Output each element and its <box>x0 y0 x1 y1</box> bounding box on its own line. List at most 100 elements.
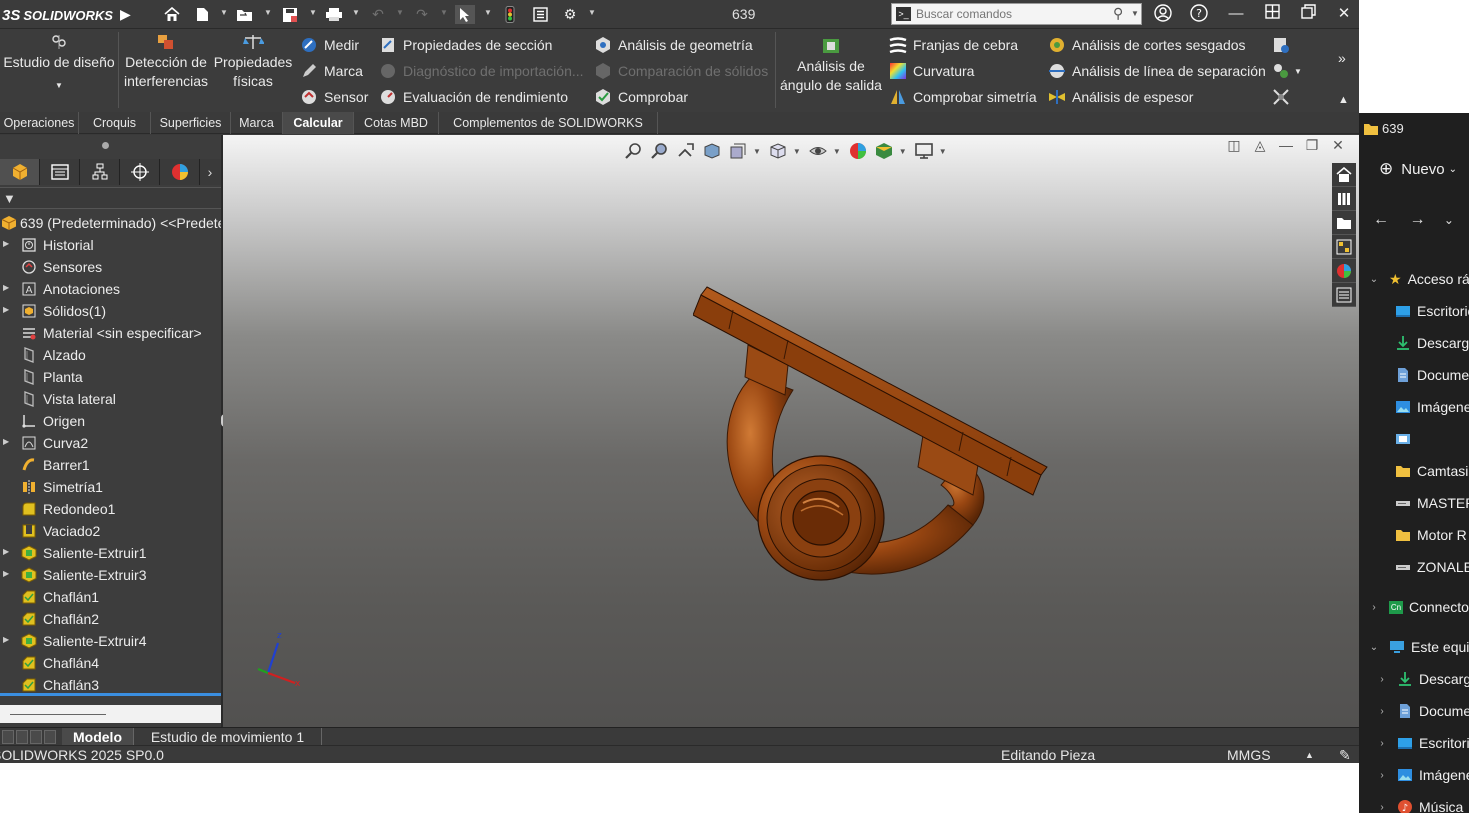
import-diagnostics-button[interactable]: Diagnóstico de importación... <box>379 60 584 82</box>
tab-complementos[interactable]: Complementos de SOLIDWORKS <box>439 112 658 134</box>
save-icon[interactable] <box>280 5 300 24</box>
extra-tool-2-icon[interactable]: ▼ <box>1272 60 1302 82</box>
parting-line-analysis-button[interactable]: Análisis de línea de separación <box>1048 60 1266 82</box>
quick-access-item[interactable]: Motor R <box>1395 523 1467 547</box>
quick-access-item[interactable]: Imágenes <box>1395 395 1469 419</box>
tree-item[interactable]: ▶ Saliente-Extruir3 <box>0 564 221 586</box>
tab-estudio-movimiento[interactable]: Estudio de movimiento 1 <box>134 728 322 746</box>
tree-item[interactable]: Chaflán4 <box>0 652 221 674</box>
tab-superficies[interactable]: Superficies <box>151 112 231 134</box>
tab-next-icon[interactable] <box>30 730 42 744</box>
units-selector[interactable]: MMGS <box>1227 747 1271 763</box>
scene-dropdown-icon[interactable]: ▼ <box>899 147 907 156</box>
extra-tool-1-icon[interactable] <box>1272 34 1296 56</box>
chevron-right-icon[interactable]: › <box>1375 738 1389 749</box>
back-arrow-icon[interactable]: ← <box>1373 211 1389 228</box>
user-account-icon[interactable] <box>1152 4 1174 24</box>
tab-marca[interactable]: Marca <box>231 112 283 134</box>
expand-arrow-icon[interactable]: ▶ <box>3 547 9 556</box>
undercut-analysis-button[interactable]: Análisis de cortes sesgados <box>1048 34 1246 56</box>
search-icon[interactable]: ⚲ <box>1113 5 1123 22</box>
ribbon-overflow-icon[interactable]: » <box>1338 47 1346 69</box>
search-dropdown-icon[interactable]: ▼ <box>1131 9 1139 18</box>
tree-item[interactable]: ▶ A Anotaciones <box>0 278 221 300</box>
tab-modelo[interactable]: Modelo <box>62 728 134 746</box>
thickness-analysis-button[interactable]: Análisis de espesor <box>1048 86 1193 108</box>
viewport-minimize-icon[interactable]: — <box>1276 135 1296 155</box>
tree-item[interactable]: Planta <box>0 366 221 388</box>
graphics-area[interactable]: ▼ ▼ ▼ ▼ ▼ ◫ ◬ — ❐ ✕ z x <box>223 135 1359 727</box>
quick-access-item[interactable]: MASTER <box>1395 491 1469 515</box>
file-properties-icon[interactable] <box>530 5 550 24</box>
expand-arrow-icon[interactable]: ▶ <box>3 305 9 314</box>
property-manager-tab-icon[interactable] <box>40 159 80 185</box>
connector-node[interactable]: › Cn Connector <box>1367 595 1469 619</box>
solidworks-resources-icon[interactable] <box>1332 163 1356 187</box>
print-icon[interactable] <box>324 5 344 24</box>
tree-item[interactable]: Material <sin especificar> <box>0 322 221 344</box>
3d-part-model[interactable] <box>693 285 1053 595</box>
zoom-to-fit-icon[interactable] <box>623 140 645 162</box>
forward-arrow-icon[interactable]: → <box>1409 211 1425 228</box>
interference-detection-button[interactable]: Detección de interferencias <box>122 33 210 91</box>
tree-item[interactable]: Vista lateral <box>0 388 221 410</box>
open-file-icon[interactable] <box>235 5 255 24</box>
appearances-scenes-icon[interactable] <box>1332 259 1356 283</box>
close-window-icon[interactable]: ✕ <box>1333 4 1355 24</box>
search-commands-input[interactable] <box>916 6 1106 22</box>
tab-croquis[interactable]: Croquis <box>79 112 151 134</box>
quick-tips-icon[interactable]: ✎ <box>1339 747 1351 763</box>
undo-dropdown-icon[interactable]: ▼ <box>396 8 404 17</box>
tree-filter-bar[interactable]: ▼ <box>0 187 221 209</box>
quick-access-node[interactable]: ⌄ ★ Acceso rápido <box>1367 267 1469 291</box>
viewport-close-icon[interactable]: ✕ <box>1328 135 1348 155</box>
custom-properties-icon[interactable] <box>1332 283 1356 307</box>
compare-bodies-button[interactable]: Comparación de sólidos <box>594 60 768 82</box>
display-style-dropdown-icon[interactable]: ▼ <box>793 147 801 156</box>
configuration-manager-tab-icon[interactable] <box>80 159 120 185</box>
quick-access-item[interactable]: Camtasia <box>1395 459 1469 483</box>
redo-icon[interactable]: ↷ <box>412 5 432 24</box>
menu-expand-icon[interactable]: ▶ <box>120 6 131 23</box>
geometry-analysis-button[interactable]: Análisis de geometría <box>594 34 753 56</box>
previous-view-icon[interactable] <box>675 140 697 162</box>
tab-prev-icon[interactable] <box>16 730 28 744</box>
zoom-to-area-icon[interactable] <box>649 140 671 162</box>
print-dropdown-icon[interactable]: ▼ <box>352 8 360 17</box>
edit-appearance-icon[interactable] <box>847 140 869 162</box>
panel-drag-handle[interactable] <box>102 142 109 149</box>
chevron-right-icon[interactable]: › <box>1375 770 1389 781</box>
expand-arrow-icon[interactable]: ▶ <box>3 635 9 644</box>
tree-item[interactable]: Chaflán2 <box>0 608 221 630</box>
options-gear-icon[interactable]: ⚙ <box>560 5 580 24</box>
view-settings-icon[interactable] <box>913 140 935 162</box>
quick-access-item[interactable]: Descargas <box>1395 331 1469 355</box>
collapse-ribbon-icon[interactable]: ▲ <box>1338 89 1349 111</box>
expand-arrow-icon[interactable]: ▶ <box>3 569 9 578</box>
chevron-down-icon[interactable]: ▼ <box>2 76 116 95</box>
new-dropdown-icon[interactable]: ▼ <box>220 8 228 17</box>
quick-access-item[interactable]: ZONALE <box>1395 555 1469 579</box>
section-properties-button[interactable]: Propiedades de sección <box>379 34 552 56</box>
open-dropdown-icon[interactable]: ▼ <box>264 8 272 17</box>
options-dropdown-icon[interactable]: ▼ <box>588 8 596 17</box>
tree-item[interactable]: ▶ Historial <box>0 234 221 256</box>
view-orientation-icon[interactable] <box>767 140 789 162</box>
design-study-button[interactable]: Estudio de diseño ▼ <box>2 33 116 95</box>
this-pc-item[interactable]: › Escritorio <box>1375 731 1469 755</box>
save-dropdown-icon[interactable]: ▼ <box>309 8 317 17</box>
quick-access-item[interactable] <box>1395 427 1417 451</box>
split-left-icon[interactable]: ◫ <box>1224 135 1244 155</box>
tree-item[interactable]: ▶ Sólidos(1) <box>0 300 221 322</box>
hide-show-items-icon[interactable] <box>807 140 829 162</box>
recent-locations-icon[interactable]: ⌄ <box>1444 213 1454 227</box>
check-button[interactable]: Comprobar <box>594 86 688 108</box>
section-view-icon[interactable] <box>701 140 723 162</box>
curvature-button[interactable]: Curvatura <box>889 60 974 82</box>
tree-horizontal-scrollbar[interactable] <box>0 705 221 723</box>
expand-arrow-icon[interactable]: ▶ <box>3 283 9 292</box>
solidworks-logo[interactable]: 3S SOLIDWORKS <box>2 6 113 24</box>
new-button[interactable]: ⊕ Nuevo ⌄ <box>1379 159 1457 179</box>
tree-root-part[interactable]: 639 (Predeterminado) <<Predeterminado> <box>0 212 284 234</box>
tree-item[interactable]: Barrer1 <box>0 454 221 476</box>
